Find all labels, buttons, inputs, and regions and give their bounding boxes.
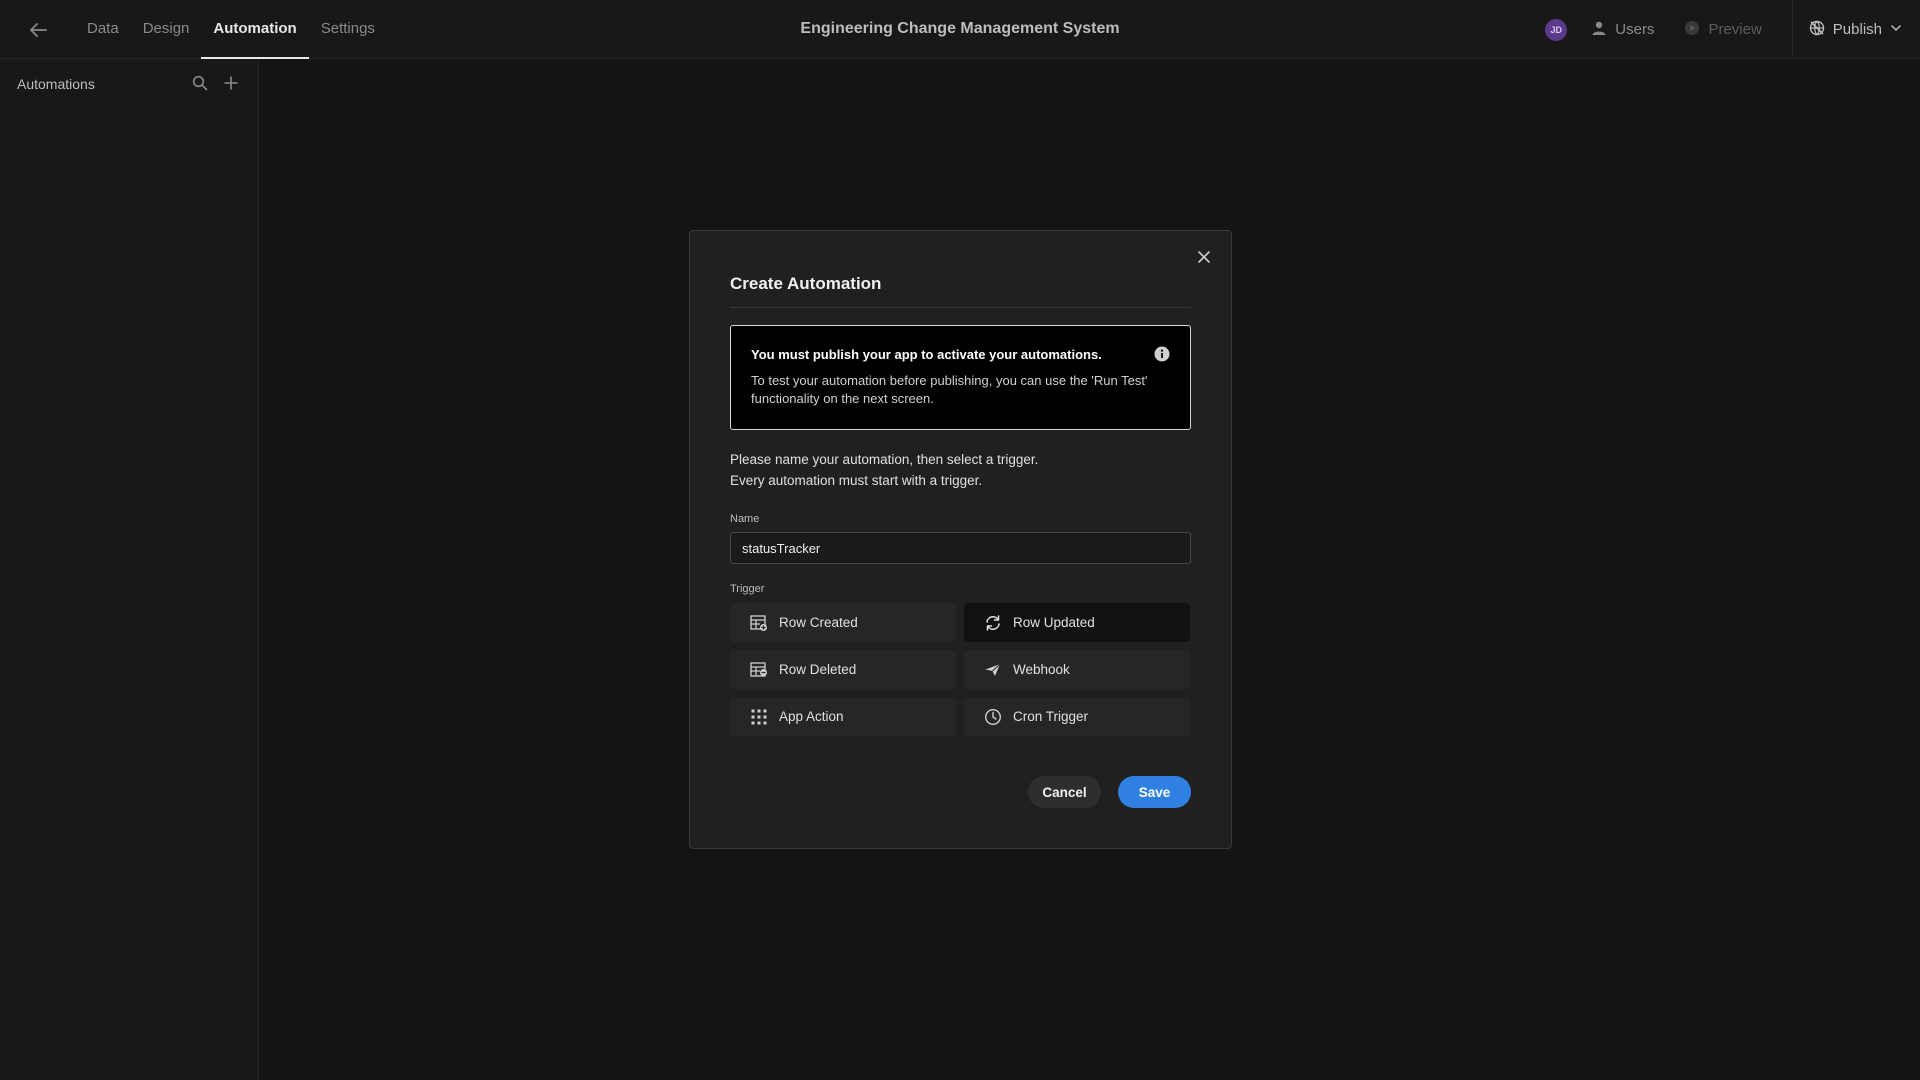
publish-notice: You must publish your app to activate yo… (730, 325, 1191, 430)
modal-overlay: Create Automation You must publish your … (0, 0, 1920, 1080)
create-automation-modal: Create Automation You must publish your … (689, 230, 1232, 849)
trigger-label: Trigger (730, 583, 765, 595)
clock-icon (984, 708, 1002, 726)
trigger-label-webhook: Webhook (1013, 662, 1070, 677)
info-icon (1154, 346, 1170, 362)
divider (730, 307, 1191, 308)
trigger-label-row-updated: Row Updated (1013, 615, 1095, 630)
table-minus-icon (750, 661, 768, 679)
trigger-app-action[interactable]: App Action (730, 697, 956, 736)
notice-title: You must publish your app to activate yo… (751, 347, 1102, 362)
refresh-icon (984, 614, 1002, 632)
cancel-button[interactable]: Cancel (1028, 776, 1101, 808)
intro-line-2: Every automation must start with a trigg… (730, 473, 983, 488)
grid-dots-icon (750, 708, 768, 726)
trigger-label-row-created: Row Created (779, 615, 858, 630)
trigger-label-app-action: App Action (779, 709, 844, 724)
notice-body: To test your automation before publishin… (751, 373, 1148, 406)
modal-title: Create Automation (730, 274, 882, 293)
trigger-label-row-deleted: Row Deleted (779, 662, 857, 677)
table-plus-icon (750, 614, 768, 632)
name-label: Name (730, 513, 760, 525)
save-button[interactable]: Save (1118, 776, 1191, 808)
name-input[interactable] (730, 532, 1191, 564)
send-icon (984, 661, 1002, 679)
trigger-webhook[interactable]: Webhook (964, 650, 1190, 689)
intro-text: Please name your automation, then select… (730, 449, 1038, 491)
intro-line-1: Please name your automation, then select… (730, 452, 1039, 467)
trigger-row-updated[interactable]: Row Updated (964, 603, 1190, 642)
trigger-row-created[interactable]: Row Created (730, 603, 956, 642)
trigger-label-cron: Cron Trigger (1013, 709, 1089, 724)
trigger-cron[interactable]: Cron Trigger (964, 697, 1190, 736)
close-icon[interactable] (1193, 246, 1215, 268)
trigger-row-deleted[interactable]: Row Deleted (730, 650, 956, 689)
